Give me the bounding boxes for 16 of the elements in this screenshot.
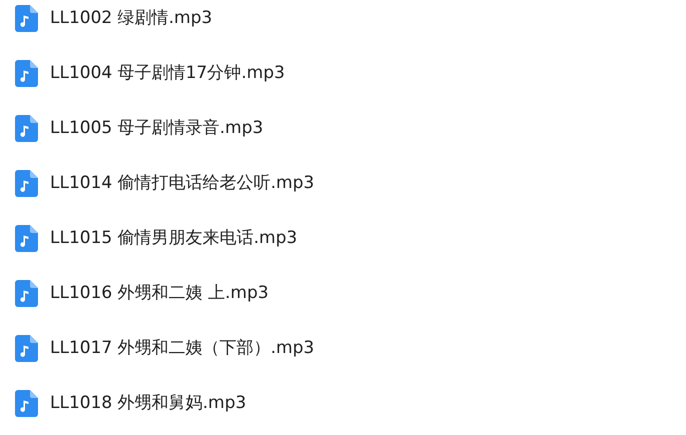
audio-file-icon xyxy=(15,225,38,252)
audio-file-icon xyxy=(15,170,38,197)
audio-file-icon xyxy=(15,115,38,142)
audio-file-icon xyxy=(15,5,38,32)
file-name[interactable]: LL1014 偷情打电话给老公听.mp3 xyxy=(50,170,314,196)
audio-file-icon xyxy=(15,280,38,307)
audio-file-icon xyxy=(15,335,38,362)
file-name[interactable]: LL1017 外甥和二姨（下部）.mp3 xyxy=(50,336,314,362)
file-name[interactable]: LL1016 外甥和二姨 上.mp3 xyxy=(50,280,269,306)
file-name[interactable]: LL1018 外甥和舅妈.mp3 xyxy=(50,390,246,416)
file-name[interactable]: LL1002 绿剧情.mp3 xyxy=(50,6,212,32)
audio-file-icon xyxy=(15,390,38,417)
file-name[interactable]: LL1004 母子剧情17分钟.mp3 xyxy=(50,60,285,86)
file-name[interactable]: LL1005 母子剧情录音.mp3 xyxy=(50,116,264,142)
audio-file-icon xyxy=(15,60,38,87)
file-name[interactable]: LL1015 偷情男朋友来电话.mp3 xyxy=(50,226,298,252)
